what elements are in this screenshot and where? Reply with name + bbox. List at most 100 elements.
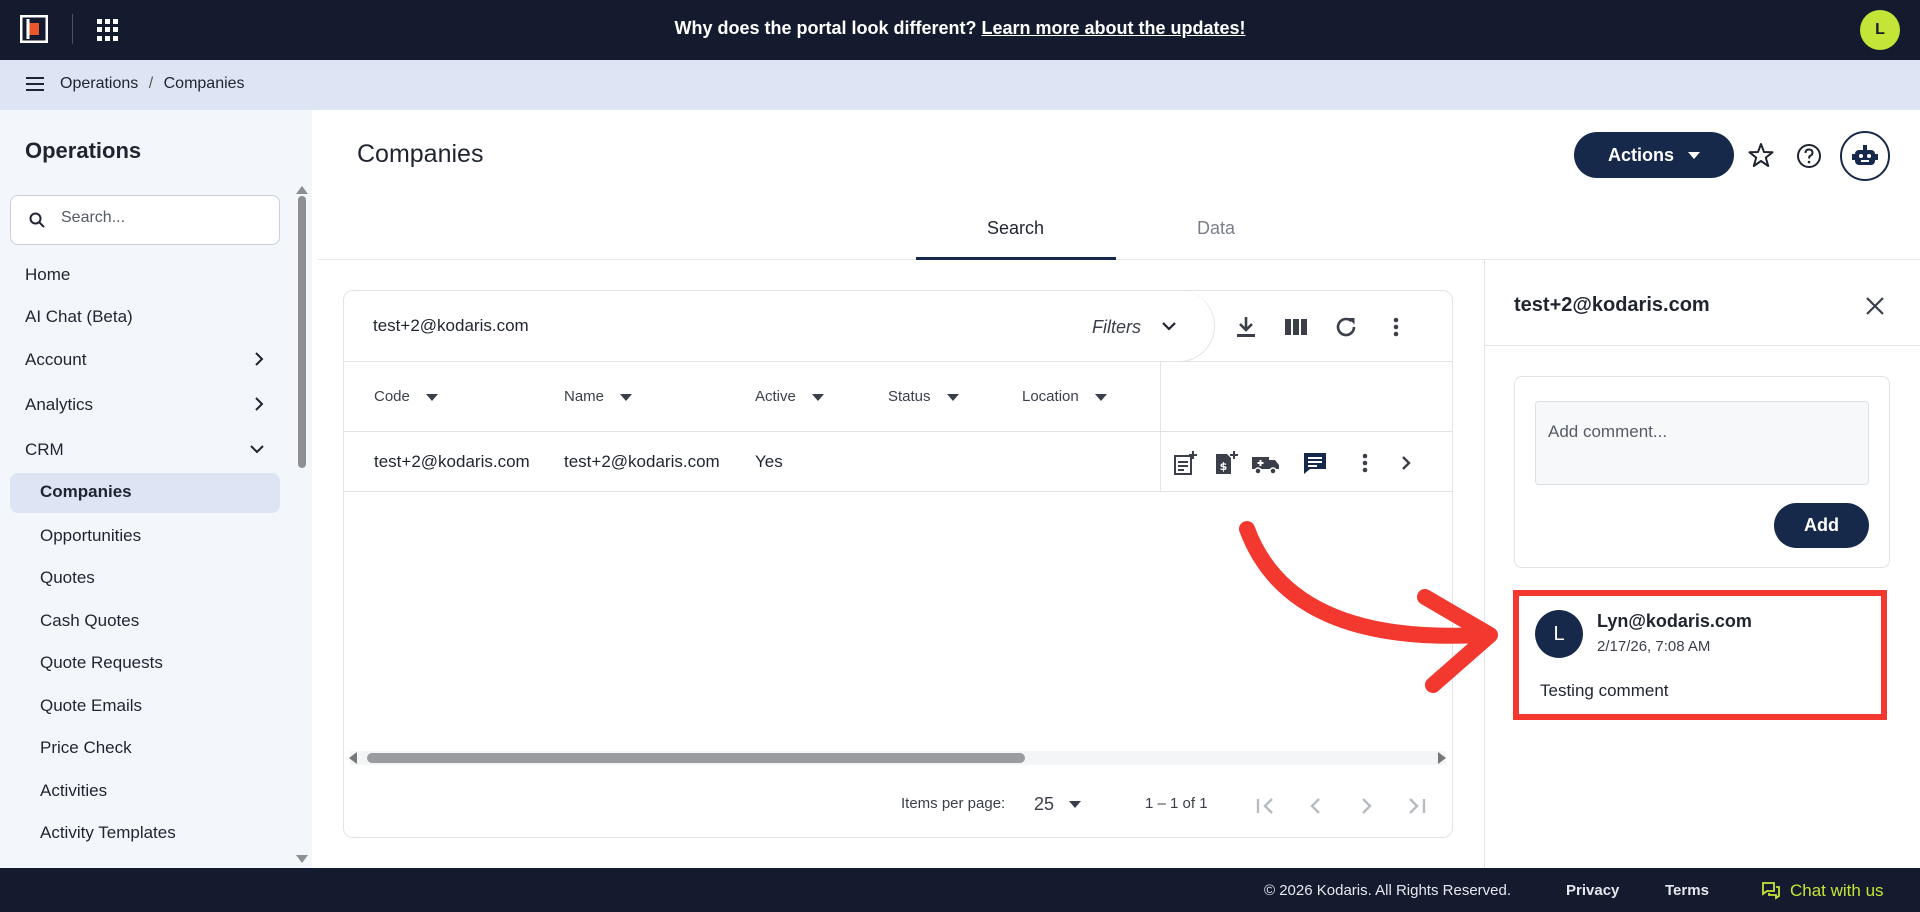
next-page-icon[interactable] — [1352, 792, 1380, 820]
column-label: Status — [888, 388, 931, 405]
more-vertical-icon[interactable] — [1352, 450, 1378, 476]
help-icon[interactable] — [1796, 143, 1822, 169]
sidebar-item-account[interactable]: Account — [25, 350, 265, 370]
menu-icon[interactable] — [26, 77, 44, 91]
banner-link[interactable]: Learn more about the updates! — [981, 18, 1245, 38]
sidebar-item-crm[interactable]: CRM — [25, 440, 265, 460]
footer — [0, 868, 1920, 912]
sidebar-search[interactable] — [10, 195, 280, 245]
column-header-status[interactable]: Status — [888, 388, 959, 405]
sort-dropdown-icon — [946, 393, 959, 401]
horizontal-scrollbar-thumb[interactable] — [367, 753, 1025, 763]
column-label: Active — [755, 388, 796, 405]
shipping-truck-icon[interactable] — [1251, 450, 1281, 476]
more-vertical-icon[interactable] — [1383, 314, 1409, 340]
column-header-active[interactable]: Active — [755, 388, 824, 405]
add-note-icon[interactable] — [1172, 450, 1198, 476]
footer-privacy-link[interactable]: Privacy — [1566, 882, 1619, 899]
sort-dropdown-icon — [425, 393, 438, 401]
scroll-left-arrow[interactable] — [349, 752, 357, 764]
breadcrumb-companies: Companies — [163, 75, 245, 92]
column-header-code[interactable]: Code — [374, 388, 438, 405]
items-per-page-label: Items per page: — [901, 795, 1006, 812]
footer-copyright: © 2026 Kodaris. All Rights Reserved. — [1264, 882, 1512, 899]
divider — [343, 361, 1453, 362]
sidebar-item-quote-emails[interactable]: Quote Emails — [40, 696, 142, 716]
banner-text: Why does the portal look different? — [674, 18, 977, 38]
cell-active[interactable]: Yes — [755, 452, 783, 472]
user-avatar[interactable]: L — [1860, 10, 1900, 50]
sidebar-item-price-check[interactable]: Price Check — [40, 738, 132, 758]
divider — [343, 491, 1453, 492]
column-label: Name — [564, 388, 605, 405]
sidebar-item-cash-quotes[interactable]: Cash Quotes — [40, 611, 139, 631]
sidebar-item-activities[interactable]: Activities — [40, 781, 107, 801]
sidebar-item-label: Analytics — [25, 395, 94, 414]
svg-text:$: $ — [1220, 460, 1228, 473]
column-label: Location — [1022, 388, 1079, 405]
comment-input[interactable] — [1535, 401, 1869, 485]
last-page-icon[interactable] — [1402, 792, 1430, 820]
column-header-location[interactable]: Location — [1022, 388, 1107, 405]
cell-name[interactable]: test+2@kodaris.com — [564, 452, 720, 472]
search-icon — [29, 212, 45, 228]
add-comment-button[interactable]: Add — [1774, 503, 1869, 548]
breadcrumb-separator: / — [148, 75, 154, 92]
breadcrumb: Operations / Companies — [60, 75, 245, 93]
sidebar-item-home[interactable]: Home — [25, 265, 265, 285]
add-quote-icon[interactable]: $ — [1212, 450, 1238, 476]
sidebar-item-label: CRM — [25, 440, 64, 459]
divider — [343, 431, 1453, 432]
sidebar-scrollbar[interactable] — [298, 196, 306, 468]
chevron-right-icon — [255, 397, 264, 411]
previous-page-icon[interactable] — [1302, 792, 1330, 820]
pagination-range: 1 – 1 of 1 — [1145, 795, 1208, 812]
footer-terms-link[interactable]: Terms — [1665, 882, 1709, 899]
items-per-page-select[interactable]: 25 — [1034, 794, 1054, 815]
tab-data[interactable]: Data — [1197, 218, 1235, 239]
page-title: Companies — [357, 140, 484, 168]
sidebar-item-ai-chat[interactable]: AI Chat (Beta) — [25, 307, 265, 327]
chat-icon[interactable] — [1761, 881, 1781, 901]
sidebar-item-label: Companies — [40, 482, 132, 501]
download-icon[interactable] — [1233, 314, 1259, 340]
sidebar-search-input[interactable] — [61, 209, 261, 227]
chat-with-us-link[interactable]: Chat with us — [1790, 881, 1884, 901]
annotation-arrow-icon — [1239, 521, 1498, 693]
sidebar-item-label: AI Chat (Beta) — [25, 307, 133, 326]
scroll-right-arrow[interactable] — [1438, 752, 1446, 764]
sidebar-item-quotes[interactable]: Quotes — [40, 568, 95, 588]
chevron-down-icon[interactable] — [1160, 318, 1178, 334]
close-icon[interactable] — [1864, 295, 1886, 317]
actions-button[interactable]: Actions — [1574, 132, 1734, 178]
sidebar-item-opportunities[interactable]: Opportunities — [40, 526, 141, 546]
robot-icon — [1852, 145, 1878, 165]
filters-label[interactable]: Filters — [1092, 317, 1141, 338]
sidebar-title: Operations — [25, 138, 142, 163]
sort-dropdown-icon — [811, 393, 824, 401]
star-icon[interactable] — [1747, 141, 1775, 169]
actions-label: Actions — [1607, 144, 1674, 165]
search-query[interactable]: test+2@kodaris.com — [373, 316, 529, 336]
sidebar-scroll-down[interactable] — [296, 855, 308, 863]
caret-down-icon[interactable] — [1069, 801, 1081, 808]
cell-code[interactable]: test+2@kodaris.com — [374, 452, 530, 472]
assistant-bot-icon[interactable] — [1840, 131, 1890, 181]
sidebar-item-quote-requests[interactable]: Quote Requests — [40, 653, 163, 673]
sidebar-item-activity-templates[interactable]: Activity Templates — [40, 823, 176, 843]
column-header-name[interactable]: Name — [564, 388, 633, 405]
comment-icon[interactable] — [1302, 450, 1328, 476]
refresh-icon[interactable] — [1333, 314, 1359, 340]
divider — [1485, 345, 1920, 346]
sidebar-item-label: Home — [25, 265, 71, 284]
breadcrumb-operations[interactable]: Operations — [60, 75, 138, 92]
sidebar-item-analytics[interactable]: Analytics — [25, 395, 265, 415]
banner-message: Why does the portal look different? Lear… — [0, 18, 1920, 39]
sort-dropdown-icon — [620, 393, 633, 401]
sidebar-scroll-up[interactable] — [296, 186, 308, 194]
tab-search[interactable]: Search — [987, 218, 1044, 239]
chevron-right-icon[interactable] — [1393, 450, 1419, 476]
columns-icon[interactable] — [1283, 314, 1309, 340]
first-page-icon[interactable] — [1252, 792, 1280, 820]
column-label: Code — [374, 388, 410, 405]
